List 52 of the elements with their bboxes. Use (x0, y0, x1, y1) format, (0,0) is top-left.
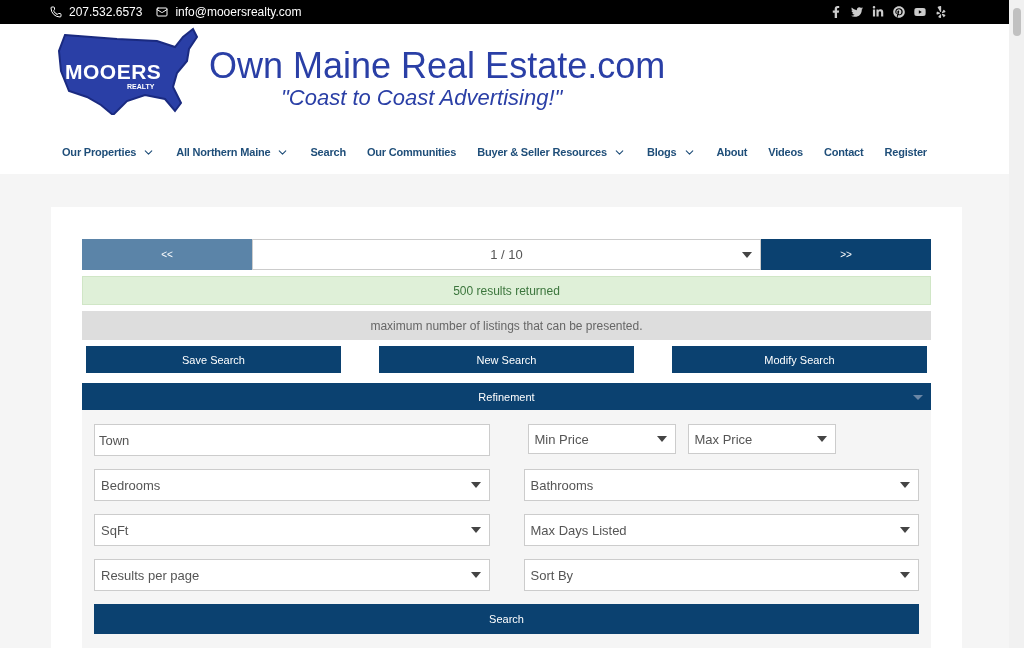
nav-link[interactable]: Videos (768, 145, 803, 159)
select-field[interactable]: Sort By (523, 559, 919, 591)
select-field[interactable]: Max Price (687, 424, 836, 454)
youtube-icon[interactable] (914, 5, 926, 18)
refinement-header[interactable]: Refinement (82, 383, 931, 410)
site-tagline: "Coast to Coast Advertising!" (281, 84, 564, 111)
select-field[interactable]: Min Price (527, 424, 676, 454)
caret-icon (742, 251, 752, 258)
nav-link[interactable]: Our Properties (62, 145, 156, 159)
caret-icon (900, 572, 910, 578)
pinterest-icon[interactable] (893, 5, 905, 18)
mail-icon (156, 5, 169, 18)
nav-link[interactable]: Register (884, 145, 927, 159)
notice-message: maximum number of listings that can be presented. (82, 311, 931, 340)
caret-icon (816, 436, 827, 442)
search-button[interactable]: Search (94, 604, 919, 634)
caret-icon (913, 395, 923, 400)
nav-link[interactable]: Contact (823, 145, 864, 159)
select-field[interactable]: SqFt (94, 514, 490, 546)
action-button[interactable]: Modify Search (672, 346, 927, 373)
caret-icon (470, 572, 481, 578)
yelp-icon[interactable] (935, 5, 947, 18)
twitter-icon[interactable] (851, 5, 863, 18)
text-field[interactable]: Town (94, 424, 490, 456)
nav-link[interactable]: Blogs (646, 145, 696, 159)
page-select[interactable]: 1 / 10 (252, 239, 761, 270)
caret-icon (656, 436, 667, 442)
phone-number: 207.532.6573 (69, 4, 143, 19)
caret-icon (900, 527, 910, 533)
nav-link[interactable]: Buyer & Seller Resources (477, 145, 626, 159)
caret-icon (470, 527, 481, 533)
next-page-button[interactable]: >> (761, 239, 931, 270)
facebook-icon[interactable] (830, 5, 842, 18)
caret-icon (470, 482, 481, 488)
select-field[interactable]: Bedrooms (94, 469, 490, 501)
logo-text: MOOERS (65, 59, 162, 84)
phone-icon (50, 5, 62, 18)
nav-link[interactable]: About (716, 145, 748, 159)
nav-link[interactable]: Search (310, 145, 346, 159)
select-field[interactable]: Results per page (94, 559, 490, 591)
email-address: info@mooersrealty.com (175, 4, 302, 19)
nav-link[interactable]: All Northern Maine (176, 145, 290, 159)
select-field[interactable]: Max Days Listed (523, 514, 919, 546)
action-button[interactable]: New Search (379, 346, 634, 373)
caret-icon (900, 482, 910, 488)
select-field[interactable]: Bathrooms (523, 469, 919, 501)
scrollbar[interactable] (1009, 0, 1024, 648)
linkedin-icon[interactable] (872, 5, 884, 18)
results-message: 500 results returned (82, 276, 931, 305)
nav-link[interactable]: Our Communities (366, 145, 457, 159)
site-title: Own Maine Real Estate.com (209, 46, 666, 85)
action-button[interactable]: Save Search (86, 346, 341, 373)
